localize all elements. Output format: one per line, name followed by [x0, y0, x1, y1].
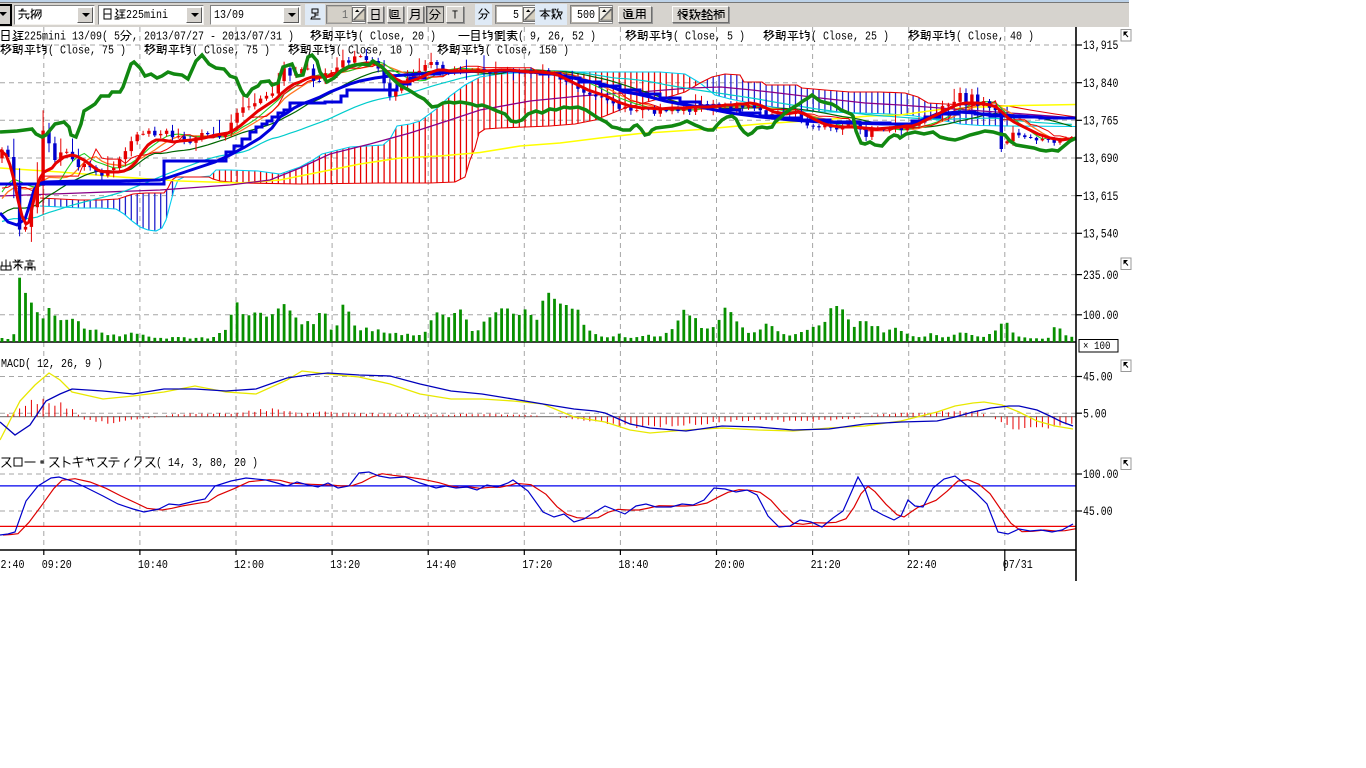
svg-text:45.00: 45.00 [1083, 504, 1113, 519]
svg-text:235.00: 235.00 [1083, 268, 1118, 283]
svg-text:100.00: 100.00 [1083, 308, 1118, 323]
svg-text:07/31: 07/31 [1003, 558, 1033, 572]
svg-text:( Close, 10 ): ( Close, 10 ) [336, 43, 414, 57]
svg-text:13,840: 13,840 [1083, 76, 1118, 91]
svg-text:500: 500 [577, 8, 595, 22]
svg-text:13,540: 13,540 [1083, 227, 1118, 242]
svg-text:45.00: 45.00 [1083, 370, 1113, 385]
svg-text:13,765: 13,765 [1083, 114, 1118, 129]
svg-text:( Close, 20 ): ( Close, 20 ) [358, 29, 436, 43]
svg-text:( Close, 40 ): ( Close, 40 ) [956, 29, 1034, 43]
svg-text:17:20: 17:20 [522, 558, 552, 572]
svg-text:( 9, 26, 52 ): ( 9, 26, 52 ) [518, 29, 596, 43]
svg-text:22:40: 22:40 [907, 558, 937, 572]
svg-text:20:00: 20:00 [715, 558, 745, 572]
svg-text:1: 1 [342, 8, 348, 22]
svg-text:5: 5 [513, 8, 519, 22]
svg-text:2:40: 2:40 [1, 558, 25, 572]
svg-text:18:40: 18:40 [618, 558, 648, 572]
svg-text:, 2013/07/27 - 2013/07/31 ): , 2013/07/27 - 2013/07/31 ) [132, 29, 294, 43]
svg-text:225mini 13/09( 5: 225mini 13/09( 5 [24, 29, 120, 43]
svg-text:13,915: 13,915 [1083, 38, 1118, 53]
svg-text:21:20: 21:20 [811, 558, 841, 572]
svg-text:13/09: 13/09 [214, 8, 244, 22]
svg-text:( Close, 75 ): ( Close, 75 ) [48, 43, 126, 57]
svg-text:100.00: 100.00 [1083, 467, 1118, 482]
svg-text:T: T [452, 8, 458, 22]
svg-text:× 100: × 100 [1083, 341, 1111, 353]
svg-text:( Close, 75 ): ( Close, 75 ) [192, 43, 270, 57]
svg-text:( Close, 5 ): ( Close, 5 ) [673, 29, 745, 43]
svg-text:5.00: 5.00 [1083, 406, 1107, 421]
svg-text:10:40: 10:40 [138, 558, 168, 572]
svg-text:13,615: 13,615 [1083, 189, 1118, 204]
svg-text:12:00: 12:00 [234, 558, 264, 572]
svg-text:14:40: 14:40 [426, 558, 456, 572]
svg-text:( Close, 150 ): ( Close, 150 ) [485, 43, 569, 57]
svg-text:09:20: 09:20 [42, 558, 72, 572]
svg-text:( Close, 25 ): ( Close, 25 ) [811, 29, 889, 43]
svg-text:MACD( 12, 26, 9 ): MACD( 12, 26, 9 ) [1, 357, 103, 371]
svg-text:13:20: 13:20 [330, 558, 360, 572]
svg-text:13,690: 13,690 [1083, 151, 1118, 166]
svg-text:225mini: 225mini [126, 8, 168, 22]
svg-text:( 14, 3, 80, 20 ): ( 14, 3, 80, 20 ) [156, 456, 258, 470]
